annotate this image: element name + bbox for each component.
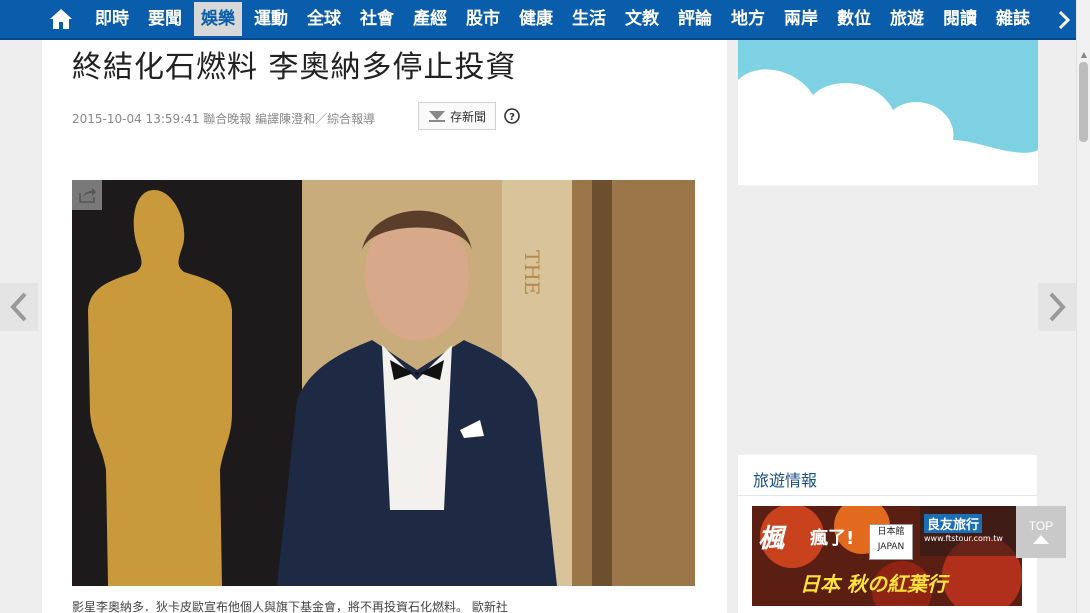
top-navigation: 即時 要聞 娛樂 運動 全球 社會 產經 股市 健康 生活 文教 評論 地方 兩岸 數位 旅遊 閱讀 雜誌 — [0, 0, 1076, 40]
scrollbar[interactable]: ▲ — [1076, 0, 1090, 613]
chevron-left-icon — [10, 292, 27, 322]
nav-items: 即時 要聞 娛樂 運動 全球 社會 產經 股市 健康 生活 文教 評論 地方 兩岸 數位 旅遊 閱讀 雜誌 — [88, 0, 1042, 39]
next-article-button[interactable] — [1038, 283, 1076, 331]
ad-japan-line1: 日本館 — [877, 527, 905, 537]
nav-item-16[interactable]: 閱讀 — [936, 2, 984, 36]
nav-item-3[interactable]: 運動 — [247, 2, 295, 36]
scroll-up-icon[interactable]: ▲ — [1081, 50, 1087, 59]
nav-item-8[interactable]: 健康 — [512, 2, 560, 36]
nav-item-9[interactable]: 生活 — [565, 2, 613, 36]
ad-japan-badge: 日本館 JAPAN — [869, 524, 913, 560]
travel-advertisement[interactable]: 楓 瘋了! 日本館 JAPAN 良友旅行 www.ftstour.com.tw … — [752, 506, 1022, 606]
nav-item-2[interactable]: 娛樂 — [194, 2, 242, 36]
photo-text: THE — [520, 250, 544, 295]
ad-text-2: 瘋了! — [810, 528, 855, 549]
home-icon[interactable] — [38, 0, 84, 39]
previous-article-button[interactable] — [0, 283, 38, 331]
back-to-top-button[interactable]: TOP — [1016, 506, 1066, 558]
ad-text-3: 日本 秋の紅葉行 — [800, 572, 947, 596]
help-icon[interactable]: ? — [504, 108, 520, 124]
download-icon — [428, 111, 445, 122]
nav-item-5[interactable]: 社會 — [353, 2, 401, 36]
article-meta: 2015-10-04 13:59:41 聯合晚報 編譯陳澄和／綜合報導 — [72, 112, 376, 126]
save-news-button[interactable]: 存新聞 — [418, 102, 496, 130]
article-photo: THE — [72, 180, 695, 586]
ad-brand: 良友旅行 — [924, 514, 983, 533]
nav-item-1[interactable]: 要聞 — [141, 2, 189, 36]
nav-item-11[interactable]: 評論 — [671, 2, 719, 36]
travel-info-panel: 旅遊情報 楓 瘋了! 日本館 JAPAN 良友旅行 www.ftstour.co… — [738, 455, 1037, 613]
svg-text:?: ? — [509, 112, 515, 123]
nav-item-12[interactable]: 地方 — [724, 2, 772, 36]
save-news-label: 存新聞 — [449, 109, 486, 124]
ad-japan-line2: JAPAN — [877, 542, 905, 552]
nav-item-17[interactable]: 雜誌 — [989, 2, 1037, 36]
travel-info-title: 旅遊情報 — [753, 471, 818, 490]
article-headline: 終結化石燃料 李奧納多停止投資 — [72, 50, 517, 85]
nav-item-7[interactable]: 股市 — [459, 2, 507, 36]
share-icon[interactable] — [72, 180, 102, 210]
divider — [738, 495, 1037, 496]
nav-item-4[interactable]: 全球 — [300, 2, 348, 36]
back-to-top-label: TOP — [1028, 519, 1054, 533]
nav-item-15[interactable]: 旅遊 — [883, 2, 931, 36]
photo-caption: 影星李奧納多．狄卡皮歐宣布他個人與旗下基金會，將不再投資石化燃料。 歐新社 — [72, 600, 508, 613]
nav-next-icon[interactable] — [1054, 6, 1074, 34]
arrow-up-icon — [1033, 535, 1049, 544]
scroll-thumb[interactable] — [1079, 62, 1088, 142]
nav-item-6[interactable]: 產經 — [406, 2, 454, 36]
nav-item-0[interactable]: 即時 — [88, 2, 136, 36]
ad-url: www.ftstour.com.tw — [924, 534, 1003, 543]
sky-advertisement[interactable] — [738, 40, 1038, 185]
nav-item-13[interactable]: 兩岸 — [777, 2, 825, 36]
ad-text-1: 楓 — [758, 524, 785, 554]
article-panel: 終結化石燃料 李奧納多停止投資 2015-10-04 13:59:41 聯合晚報… — [42, 40, 727, 613]
nav-item-10[interactable]: 文教 — [618, 2, 666, 36]
chevron-right-icon — [1049, 292, 1066, 322]
nav-item-14[interactable]: 數位 — [830, 2, 878, 36]
